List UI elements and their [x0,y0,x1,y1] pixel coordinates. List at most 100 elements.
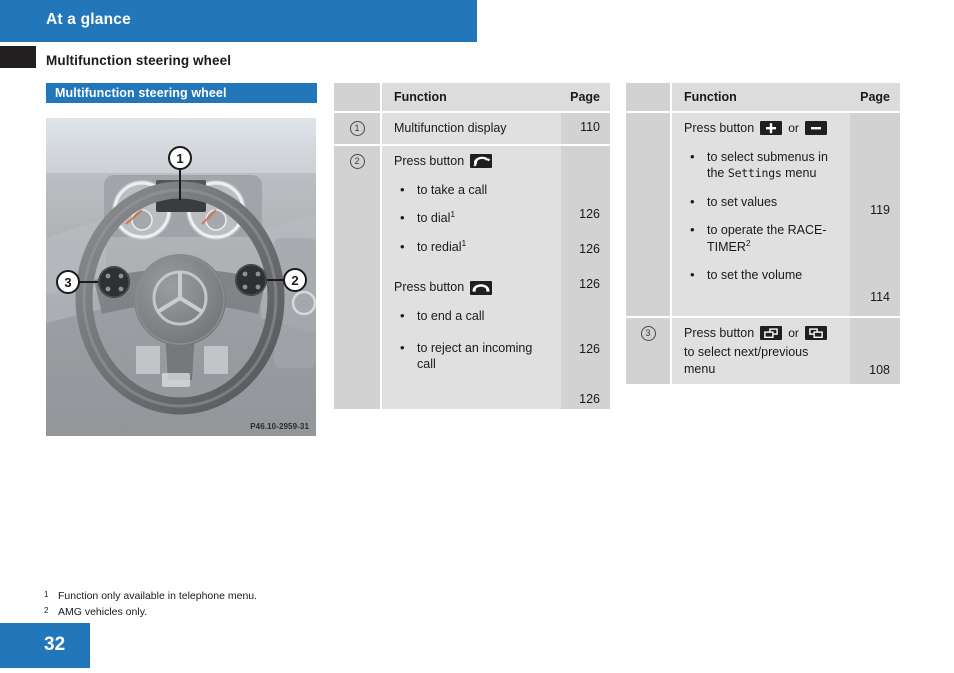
table-header-row: Function Page [334,83,610,111]
figure-reference-code: P46.10-2959-31 [250,422,309,431]
callout-badge-2: 2 [349,154,365,169]
press-button-label: Press button [684,121,755,135]
row-page-cell: 110 [561,113,610,144]
page-ref[interactable]: 126 [579,242,600,256]
svg-text:2: 2 [291,273,298,288]
page-title: Multifunction steering wheel [46,53,232,68]
footnote-marker[interactable]: 1 [461,238,466,248]
minus-key-icon [804,121,827,136]
function-table-middle: Function Page 1 Multifunction display 11… [334,83,610,409]
row-number-cell: 2 [334,146,380,409]
function-text: Multifunction display [394,121,507,135]
steering-wheel-illustration: 1 2 3 [46,118,316,436]
svg-text:3: 3 [64,275,71,290]
row-number-cell: 3 [626,318,670,384]
header-cell-number [626,83,670,111]
header-cell-number [334,83,380,111]
page-ref[interactable]: 126 [579,277,600,291]
bullet-text: to take a call [417,182,488,197]
function-bullet-list: to end a call to reject an incoming call [394,307,551,373]
footnote-text: Function only available in telephone men… [58,590,258,602]
page-number-box: 32 [0,623,90,668]
footnote-item: 1 Function only available in telephone m… [44,588,474,604]
chapter-title: At a glance [46,11,131,28]
list-item: to set the volume [684,266,840,284]
callout-badge-3: 3 [640,326,656,341]
press-button-label: Press button [394,154,465,168]
page-ref[interactable]: 108 [869,363,890,377]
footnote-marker: 2 [44,606,49,616]
subsection-heading-bar: Multifunction steering wheel [46,83,317,103]
press-button-label: Press button [684,326,755,340]
callout-badge-1: 1 [349,121,365,136]
bullet-text: to reject an incoming call [417,340,533,372]
header-cell-page: Page [551,83,610,111]
list-item: to dial1 [394,209,551,227]
row-function-cell: Press button to take a call to dial1 to … [382,146,561,409]
list-item: to reject an incoming call [394,339,551,373]
phone-onhook-icon [470,280,493,295]
header-cell-page: Page [840,83,900,111]
row-function-cell: Press button or to se [672,113,850,316]
page-ref[interactable]: 126 [579,207,600,221]
footnotes-block: 1 Function only available in telephone m… [44,588,474,621]
table-row: 1 Multifunction display 110 [334,113,610,144]
bullet-text: to operate the RACE-TIMER [707,223,827,254]
footnote-marker: 1 [44,590,49,599]
list-item: to operate the RACE-TIMER2 [684,221,840,255]
footnote-text: AMG vehicles only. [58,606,148,619]
table-header-row: Function Page [626,83,900,111]
plus-key-icon [760,121,783,136]
function-table-right: Function Page Press button or • to selec… [626,83,900,384]
row-number-cell [626,113,670,316]
table-row: 2 Press button to take [334,146,610,409]
page-ref[interactable]: 110 [580,120,600,134]
press-button-line: Press button [394,279,551,296]
phone-offhook-icon [470,154,493,169]
header-cell-function: Function [382,83,551,111]
function-bullet-list: to take a call to dial1 to redial1 [394,181,551,256]
footnote-marker[interactable]: 1 [450,209,455,219]
bullet-text: to dial [417,211,451,226]
or-separator-label: or [788,326,799,341]
press-button-line: Press button or [684,120,840,137]
press-button-line: Press button [394,153,551,170]
bullet-text-tail: menu [781,166,817,181]
page-ref[interactable]: 126 [579,392,600,406]
function-bullet-list: to select submenus in the Settings menu … [684,148,840,284]
row-number-cell: 1 [334,113,380,144]
bullet-text: to redial [417,239,462,254]
menu-name-settings: Settings [727,166,782,181]
table-row: Press button or to se [626,113,900,316]
chapter-header-bar: At a glance [0,0,477,42]
page-ref[interactable]: 126 [579,342,600,356]
subsection-heading-label: Multifunction steering wheel [55,86,227,100]
bullet-text: to set the volume [707,268,803,283]
steering-wheel-figure: 1 2 3 P46.10-2959-31 [46,118,316,436]
press-button-label: Press button [394,280,465,295]
footnote-marker[interactable]: 2 [746,238,751,248]
row-page-cell: 126 126 126 126 126 [561,146,610,409]
chapter-thumb-tab [0,46,36,68]
list-item: to end a call [394,307,551,325]
list-item: to redial1 [394,238,551,256]
page-number: 32 [44,634,66,655]
footnote-item: 2 AMG vehicles only. [44,604,474,620]
previous-menu-icon [804,326,827,341]
page-ref[interactable]: 114 [870,290,890,304]
page-ref[interactable]: 119 [870,203,890,217]
list-item: to select submenus in the Settings menu [684,148,840,182]
row-function-cell: Press button or to select next/previous … [672,318,850,384]
svg-text:1: 1 [176,151,183,166]
row-page-cell: 108 [850,318,900,384]
or-separator-label: or [788,121,799,136]
press-button-line: Press button or [684,325,840,342]
header-cell-function: Function [672,83,840,111]
row-function-cell: Multifunction display [382,113,561,144]
bullet-text: to end a call [417,309,485,324]
row-page-cell: 119 114 [850,113,900,316]
table-row: 3 Press button or to select next/previou… [626,318,900,384]
function-text-tail: to select next/previous menu [684,344,809,376]
list-item: to take a call [394,181,551,199]
list-item: to set values [684,193,840,211]
